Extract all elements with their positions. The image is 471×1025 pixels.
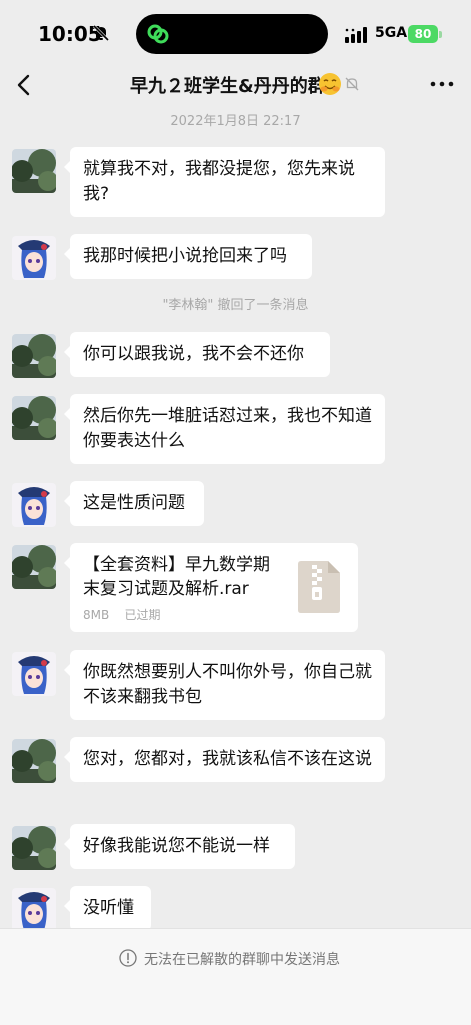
message-text: 这是性质问题 — [83, 493, 185, 513]
avatar-anime[interactable] — [12, 652, 56, 696]
back-arrow-icon[interactable] — [14, 70, 36, 100]
more-options-icon[interactable] — [430, 80, 454, 88]
message-bubble[interactable]: 好像我能说您不能说一样 — [64, 824, 295, 869]
signal-icon — [345, 27, 367, 43]
file-message-card[interactable]: 【全套资料】早九数学期末复习试题及解析.rar 8MB 已过期 — [64, 543, 358, 632]
avatar-tree[interactable] — [12, 334, 56, 378]
message-bubble[interactable]: 就算我不对，我都没提您，您先来说我? — [64, 147, 385, 217]
status-bar: 10:05 5GA 80 — [0, 0, 471, 68]
chat-nav-bar: 早九２班学生&丹丹的群 — [0, 62, 471, 108]
chat-title: 早九２班学生&丹丹的群 — [130, 76, 326, 97]
info-icon — [119, 949, 137, 967]
dynamic-island — [136, 14, 328, 54]
message-bubble[interactable]: 没听懂 — [64, 886, 151, 931]
message-text: 好像我能说您不能说一样 — [83, 836, 270, 856]
avatar-anime[interactable] — [12, 888, 56, 932]
footer-notice-text: 无法在已解散的群聊中发送消息 — [144, 952, 340, 968]
message-bubble[interactable]: 这是性质问题 — [64, 481, 204, 526]
message-bubble[interactable]: 然后你先一堆脏话怼过来，我也不知道你要表达什么 — [64, 394, 385, 464]
message-bubble[interactable]: 您对，您都对，我就该私信不该在这说 — [64, 737, 385, 782]
zip-file-icon — [298, 561, 340, 613]
message-text: 你可以跟我说，我不会不还你 — [83, 344, 304, 364]
avatar-tree[interactable] — [12, 545, 56, 589]
file-size: 8MB — [83, 608, 110, 622]
message-bubble[interactable]: 我那时候把小说抢回来了吗 — [64, 234, 312, 279]
avatar-anime[interactable] — [12, 483, 56, 527]
message-timestamp: 2022年1月8日 22:17 — [170, 114, 301, 129]
message-text: 然后你先一堆脏话怼过来，我也不知道你要表达什么 — [83, 406, 372, 451]
disbanded-group-footer: 无法在已解散的群聊中发送消息 — [0, 928, 471, 1025]
link-app-icon — [147, 24, 169, 44]
avatar-anime[interactable] — [12, 236, 56, 280]
battery-indicator: 80 — [408, 25, 438, 43]
message-text: 你既然想要别人不叫你外号，你自己就不该来翻我书包 — [83, 662, 372, 707]
battery-tip — [439, 31, 442, 38]
battery-level: 80 — [414, 27, 432, 41]
mute-icon — [345, 77, 359, 91]
message-bubble[interactable]: 你既然想要别人不叫你外号，你自己就不该来翻我书包 — [64, 650, 385, 720]
avatar-tree[interactable] — [12, 149, 56, 193]
bell-off-icon — [92, 24, 110, 42]
avatar-tree[interactable] — [12, 396, 56, 440]
message-bubble[interactable]: 你可以跟我说，我不会不还你 — [64, 332, 330, 377]
network-type: 5GA — [375, 25, 408, 41]
message-text: 您对，您都对，我就该私信不该在这说 — [83, 749, 372, 769]
file-status: 已过期 — [124, 608, 161, 622]
avatar-tree[interactable] — [12, 826, 56, 870]
smiling-emoji-icon — [319, 73, 341, 95]
recall-notice: "李林翰" 撤回了一条消息 — [162, 298, 309, 313]
message-text: 我那时候把小说抢回来了吗 — [83, 246, 287, 266]
avatar-tree[interactable] — [12, 739, 56, 783]
message-text: 就算我不对，我都没提您，您先来说我? — [83, 159, 355, 204]
message-text: 没听懂 — [83, 898, 134, 918]
file-name: 【全套资料】早九数学期末复习试题及解析.rar — [83, 555, 270, 599]
